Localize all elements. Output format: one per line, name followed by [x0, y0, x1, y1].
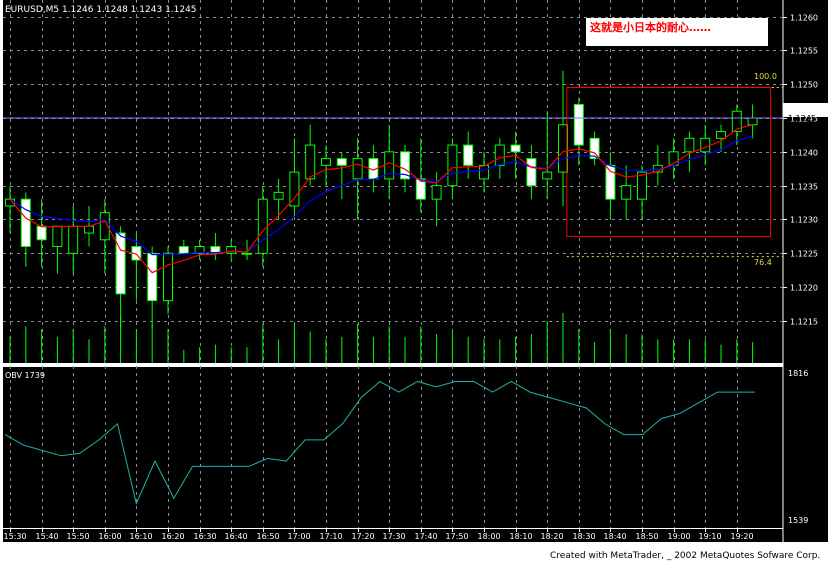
- candle-body: [463, 144, 474, 166]
- time-tick-label: 16:00: [99, 532, 122, 541]
- candle-body: [716, 131, 726, 139]
- obv-max-label: 1816: [788, 369, 808, 378]
- annotation-text: 这就是小日本的耐心……: [590, 20, 711, 34]
- candle-body: [558, 124, 568, 173]
- candle-body: [431, 185, 442, 200]
- candle-body: [700, 137, 711, 153]
- time-tick-label: 17:00: [288, 532, 311, 541]
- price-tick-label: 1.1235: [790, 183, 818, 192]
- price-tick-label: 1.1220: [790, 284, 818, 293]
- candle-body: [20, 198, 31, 248]
- price-tick-label: 1.1240: [790, 149, 818, 158]
- candle-body: [147, 252, 158, 302]
- price-tick-label: 1.1215: [790, 318, 818, 327]
- current-price-label: 1.1245: [788, 114, 816, 123]
- obv-label: OBV 1739: [5, 371, 45, 380]
- price-tick-label: 1.1230: [790, 216, 818, 225]
- time-tick-label: 16:40: [225, 532, 248, 541]
- candle-body: [257, 198, 268, 254]
- chart-canvas: 1.1260 1.1255 1.1250 1.1245 1.1240 1.1235 1.12…: [0, 0, 828, 564]
- time-tick-label: 18:30: [573, 532, 596, 541]
- symbol-header: EURUSD,M5 1.1246 1.1248 1.1243 1.1245: [5, 5, 197, 15]
- candle-body: [321, 158, 331, 166]
- chart-window: 1.1260 1.1255 1.1250 1.1245 1.1240 1.1235 1.12…: [0, 0, 828, 564]
- candle-body: [526, 158, 537, 187]
- candle-body: [84, 225, 94, 234]
- time-tick-label: 18:00: [478, 532, 501, 541]
- candle-body: [573, 103, 584, 146]
- time-tick-label: 18:10: [510, 532, 533, 541]
- price-tick-label: 1.1225: [790, 250, 818, 259]
- time-tick-label: 18:50: [636, 532, 659, 541]
- time-tick-label: 15:30: [4, 532, 27, 541]
- time-tick-label: 15:50: [67, 532, 90, 541]
- price-tick-label: 1.1255: [790, 47, 818, 56]
- time-tick-label: 19:00: [668, 532, 691, 541]
- candle-body: [68, 225, 79, 254]
- time-tick-label: 17:10: [320, 532, 343, 541]
- time-tick-label: 17:30: [383, 532, 406, 541]
- time-tick-label: 15:40: [36, 532, 59, 541]
- candle-body: [242, 252, 252, 255]
- candle-body: [747, 117, 758, 126]
- candle-body: [336, 158, 347, 166]
- time-tick-label: 16:50: [257, 532, 280, 541]
- candle-body: [52, 225, 63, 248]
- candle-body: [621, 185, 632, 200]
- fib-level-top-label: 100.0: [754, 72, 777, 81]
- price-tick-label: 1.1260: [790, 14, 818, 23]
- main-panel-background[interactable]: [3, 0, 783, 363]
- candle-body: [479, 164, 489, 180]
- time-tick-label: 18:40: [604, 532, 627, 541]
- time-tick-label: 17:50: [446, 532, 469, 541]
- fib-level-bottom-label: 76.4: [754, 258, 772, 267]
- time-tick-label: 16:10: [130, 532, 153, 541]
- candle-body: [352, 158, 363, 180]
- obv-panel-background[interactable]: [3, 366, 783, 528]
- time-tick-label: 18:20: [541, 532, 564, 541]
- time-tick-label: 17:20: [352, 532, 375, 541]
- time-tick-label: 16:20: [162, 532, 185, 541]
- candle-body: [542, 171, 553, 180]
- candle-body: [305, 144, 316, 180]
- candle-body: [510, 144, 521, 153]
- time-tick-label: 19:10: [699, 532, 722, 541]
- candle-body: [684, 137, 695, 153]
- time-tick-label: 17:40: [415, 532, 438, 541]
- candle-body: [163, 252, 173, 302]
- price-tick-label: 1.1250: [790, 81, 818, 90]
- candle-body: [36, 225, 47, 241]
- candle-body: [273, 191, 284, 200]
- obv-min-label: 1539: [788, 516, 808, 525]
- footer-credit: Created with MetaTrader, _ 2002 MetaQuot…: [550, 551, 820, 561]
- time-tick-label: 19:20: [731, 532, 754, 541]
- candle-body: [178, 246, 189, 254]
- candle-body: [494, 144, 505, 166]
- candle-body: [637, 171, 647, 200]
- candle-body: [115, 232, 126, 295]
- time-tick-label: 16:30: [194, 532, 217, 541]
- candle-body: [447, 144, 458, 187]
